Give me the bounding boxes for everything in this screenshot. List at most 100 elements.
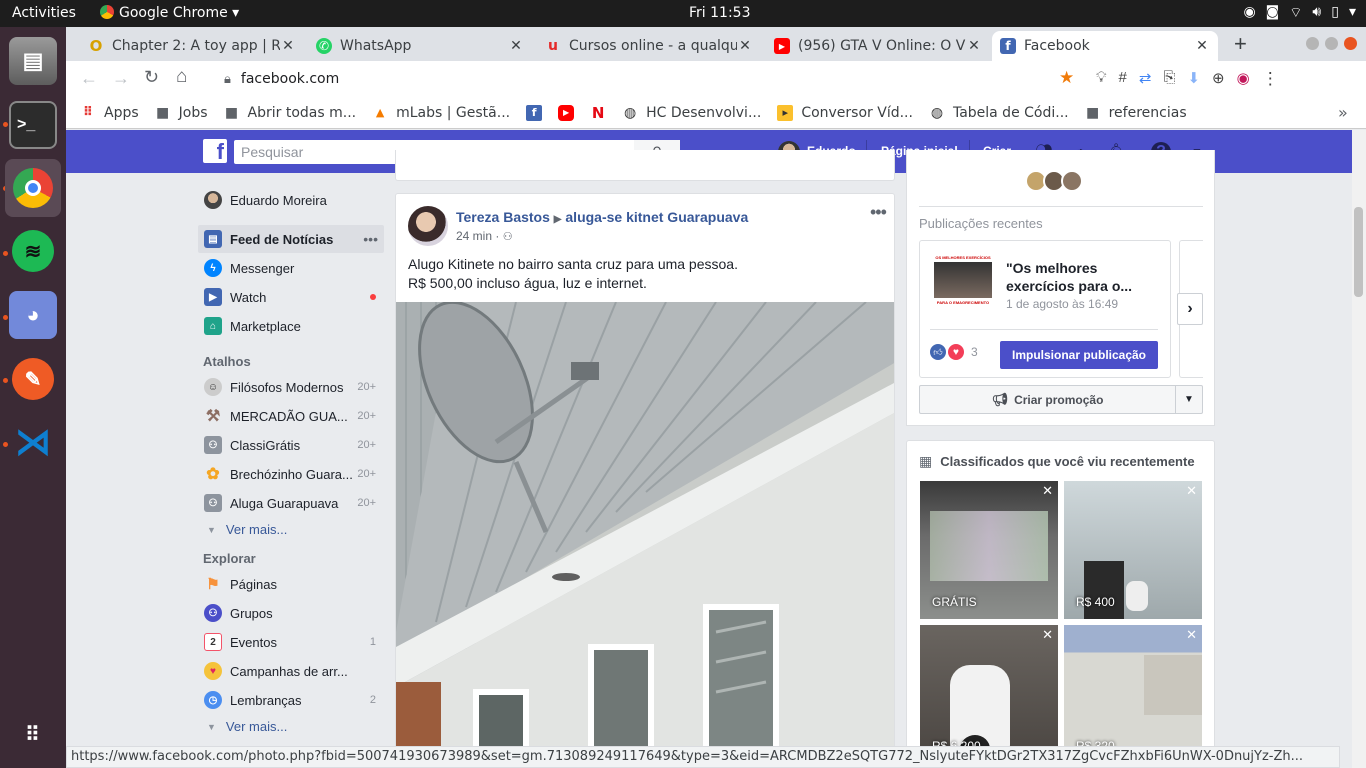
translate-icon[interactable]: ⇄ bbox=[1139, 69, 1152, 89]
see-more-explore[interactable]: ▼ Ver mais... bbox=[207, 719, 287, 734]
bookmark-tabela[interactable]: ◍ Tabela de Códi... bbox=[929, 105, 1069, 121]
chevron-down-icon[interactable]: ▼ bbox=[1176, 394, 1202, 405]
shortcut-item[interactable]: ⚇ Aluga Guarapuava 20+ bbox=[198, 489, 384, 517]
bookmark-hc[interactable]: ◍ HC Desenvolvi... bbox=[622, 105, 761, 121]
close-icon[interactable]: ✕ bbox=[966, 38, 982, 54]
close-icon[interactable]: ✕ bbox=[1042, 483, 1053, 499]
system-tray[interactable]: ◉ ◙ ⌔ 🔊︎ ▯ ▾ bbox=[1243, 4, 1356, 22]
postman-icon[interactable]: ✎ bbox=[9, 355, 57, 403]
minimize-button[interactable] bbox=[1306, 37, 1319, 50]
volume-icon[interactable]: 🔊︎ bbox=[1312, 4, 1321, 22]
tab-chapter[interactable]: O Chapter 2: A toy app | Ru ✕ bbox=[80, 31, 304, 61]
forward-icon[interactable]: → bbox=[112, 68, 130, 89]
close-icon[interactable]: ✕ bbox=[1186, 483, 1197, 499]
facebook-logo-icon[interactable]: f bbox=[203, 139, 227, 163]
new-tab-button[interactable]: + bbox=[1234, 31, 1247, 57]
close-icon[interactable]: ✕ bbox=[280, 38, 296, 54]
app-menu[interactable]: Google Chrome ▾ bbox=[100, 5, 239, 21]
close-icon[interactable]: ✕ bbox=[508, 38, 524, 54]
show-apps-icon[interactable]: ⠿ bbox=[9, 710, 57, 758]
nav-marketplace[interactable]: ⌂ Marketplace bbox=[198, 312, 384, 340]
vscode-icon[interactable]: ⋊ bbox=[9, 418, 57, 466]
close-icon[interactable]: ✕ bbox=[737, 38, 753, 54]
classified-item[interactable]: ✕ R$ 400 bbox=[1064, 481, 1202, 619]
explore-groups[interactable]: ⚇ Grupos bbox=[198, 599, 384, 627]
classified-item[interactable]: ✕ R$ 320 bbox=[1064, 625, 1202, 763]
bookmark-facebook[interactable]: f bbox=[526, 104, 543, 121]
more-bookmarks-icon[interactable]: » bbox=[1338, 103, 1348, 122]
shortcut-item[interactable]: ⚇ ClassiGrátis 20+ bbox=[198, 431, 384, 459]
nav-messenger[interactable]: ϟ Messenger bbox=[198, 254, 384, 282]
create-promotion-button[interactable]: 📢︎ Criar promoção bbox=[920, 386, 1176, 413]
clock[interactable]: Fri 11:53 bbox=[689, 5, 750, 21]
shortcut-item[interactable]: ⚒ MERCADÃO GUA... 20+ bbox=[198, 402, 384, 430]
close-icon[interactable]: ✕ bbox=[1194, 38, 1210, 54]
power-menu-icon[interactable]: ▾ bbox=[1349, 4, 1356, 22]
bookmark-abrir[interactable]: ■ Abrir todas m... bbox=[224, 105, 356, 121]
nav-news-feed[interactable]: ▤ Feed de Notícias ••• bbox=[198, 225, 384, 253]
bookmark-conversor[interactable]: ▸ Conversor Víd... bbox=[777, 104, 913, 121]
explore-events[interactable]: 2 Eventos 1 bbox=[198, 628, 384, 656]
shortcut-item[interactable]: ✿ Brechózinho Guara... 20+ bbox=[198, 460, 384, 488]
tab-udemy[interactable]: u Cursos online - a qualqu ✕ bbox=[537, 31, 761, 61]
more-options-icon[interactable]: ••• bbox=[363, 231, 378, 247]
post-time[interactable]: 24 min bbox=[456, 229, 492, 243]
reactions-summary[interactable]: 👍︎ ♥ 3 bbox=[930, 344, 978, 360]
post-options-icon[interactable]: ••• bbox=[870, 202, 887, 223]
chrome-tray-icon[interactable]: ◉ bbox=[1243, 4, 1255, 22]
extension-globe-icon[interactable]: ⊕ bbox=[1212, 69, 1225, 89]
bookmark-youtube[interactable]: ▶ bbox=[558, 104, 575, 121]
tab-facebook[interactable]: f Facebook ✕ bbox=[992, 31, 1218, 61]
recent-post-card[interactable]: OS MELHORES EXERCÍCIOS PARA O EMAGRECIME… bbox=[919, 240, 1171, 378]
extension-grid-icon[interactable]: # bbox=[1119, 69, 1127, 89]
home-icon[interactable]: ⌂ bbox=[176, 66, 187, 88]
profile-shortcut[interactable]: Eduardo Moreira bbox=[198, 186, 384, 214]
shortcut-item[interactable]: ☺ Filósofos Modernos 20+ bbox=[198, 373, 384, 401]
discord-tray-icon[interactable]: ◙ bbox=[1266, 4, 1280, 22]
back-icon[interactable]: ← bbox=[80, 68, 98, 89]
explore-memories[interactable]: ◷ Lembranças 2 bbox=[198, 686, 384, 714]
discord-icon[interactable]: ◕ bbox=[9, 291, 57, 339]
maximize-button[interactable] bbox=[1325, 37, 1338, 50]
bookmark-referencias[interactable]: ■ referencias bbox=[1085, 105, 1187, 121]
reload-icon[interactable]: ↻ bbox=[144, 67, 159, 88]
chrome-dock-icon[interactable] bbox=[5, 159, 61, 217]
see-more-shortcuts[interactable]: ▼ Ver mais... bbox=[207, 522, 287, 537]
group-link[interactable]: aluga-se kitnet Guarapuava bbox=[565, 209, 748, 225]
classified-item[interactable]: ✕ GRÁTIS bbox=[920, 481, 1058, 619]
chrome-menu-icon[interactable]: ⋮ bbox=[1262, 69, 1279, 89]
bookmark-star-icon[interactable]: ★ bbox=[1059, 68, 1074, 88]
address-bar[interactable]: 🔒︎ facebook.com bbox=[216, 65, 1066, 93]
extension-ticket-icon[interactable]: ⎘ bbox=[1163, 69, 1175, 89]
author-link[interactable]: Tereza Bastos bbox=[456, 209, 550, 225]
battery-icon[interactable]: ▯ bbox=[1331, 4, 1339, 22]
bookmark-jobs[interactable]: ■ Jobs bbox=[155, 105, 208, 121]
tab-youtube[interactable]: ▶ (956) GTA V Online: O V ✕ bbox=[766, 31, 990, 61]
recent-post-title[interactable]: "Os melhores exercícios para o... bbox=[1006, 259, 1156, 295]
close-window-button[interactable] bbox=[1344, 37, 1357, 50]
author-avatar[interactable] bbox=[408, 206, 448, 246]
terminal-icon[interactable]: >_ bbox=[9, 101, 57, 149]
close-icon[interactable]: ✕ bbox=[1186, 627, 1197, 643]
profile-avatar-icon[interactable]: ◉ bbox=[1237, 69, 1250, 89]
close-icon[interactable]: ✕ bbox=[1042, 627, 1053, 643]
download-icon[interactable]: ⬇ bbox=[1187, 69, 1200, 89]
chevron-right-icon[interactable]: › bbox=[1177, 293, 1203, 325]
extension-bulb-icon[interactable]: 💡︎ bbox=[1096, 69, 1107, 89]
post-photo[interactable] bbox=[396, 302, 894, 752]
boost-post-button[interactable]: Impulsionar publicação bbox=[1000, 341, 1158, 369]
lock-icon[interactable]: 🔒︎ bbox=[224, 72, 231, 87]
bookmark-mlabs[interactable]: ▲ mLabs | Gestã... bbox=[372, 105, 510, 121]
files-icon[interactable]: ▤ bbox=[9, 37, 57, 85]
explore-fundraisers[interactable]: ♥ Campanhas de arr... bbox=[198, 657, 384, 685]
wifi-icon[interactable]: ⌔ bbox=[1289, 4, 1302, 22]
activities-button[interactable]: Activities bbox=[12, 5, 76, 21]
tab-whatsapp[interactable]: ✆ WhatsApp ✕ bbox=[308, 31, 532, 61]
spotify-icon[interactable]: ≋ bbox=[9, 227, 57, 275]
bookmark-netflix[interactable]: N bbox=[590, 104, 606, 122]
page-scrollbar-thumb[interactable] bbox=[1354, 207, 1363, 297]
bookmark-apps[interactable]: ⠿ Apps bbox=[80, 105, 139, 121]
classified-item[interactable]: ✕ R$ 6.200 bbox=[920, 625, 1058, 763]
nav-watch[interactable]: ▶ Watch bbox=[198, 283, 384, 311]
explore-pages[interactable]: ⚑ Páginas bbox=[198, 570, 384, 598]
